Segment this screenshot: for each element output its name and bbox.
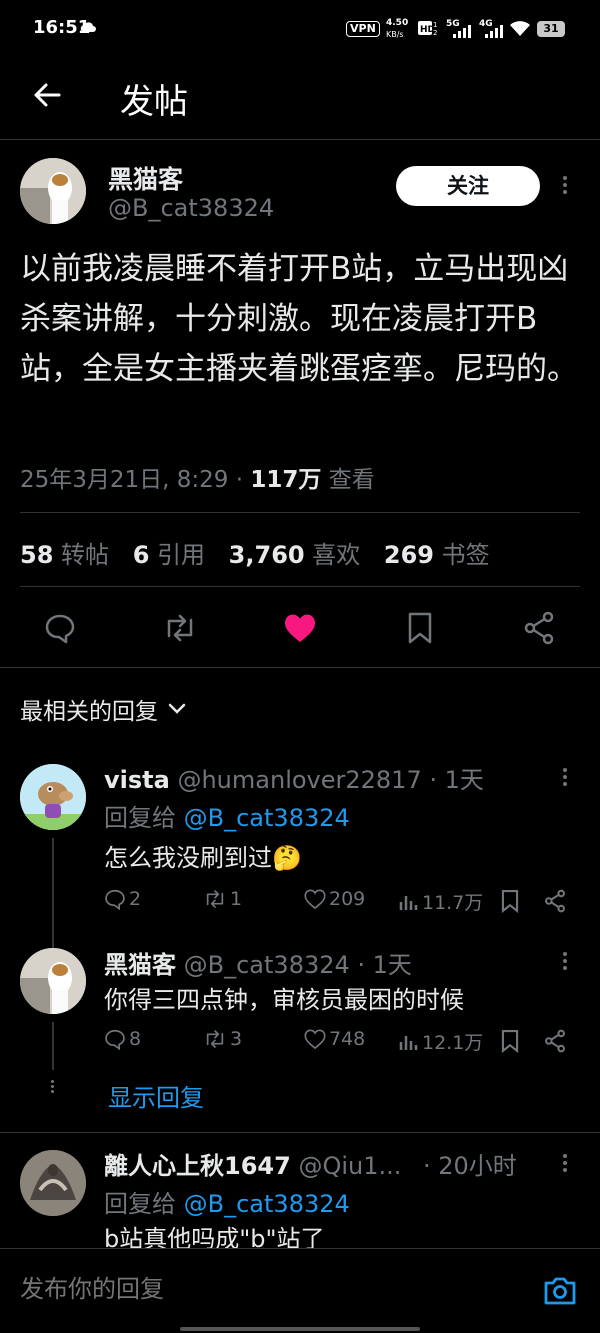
view-count: 117万	[250, 467, 322, 493]
reply-repost-action[interactable]: 3	[203, 1028, 242, 1050]
reply-to-handle[interactable]: @B_cat38324	[184, 1190, 350, 1218]
reply-author-name[interactable]: 黑猫客	[104, 951, 176, 979]
replies-sort-label: 最相关的回复	[20, 699, 158, 725]
reply-like-action[interactable]: 748	[304, 1028, 365, 1050]
page-title: 发帖	[120, 82, 188, 122]
reply-text-clip: b站真他吗成"b"站了	[104, 1222, 584, 1248]
vpn-badge: VPN	[346, 21, 380, 37]
show-replies-link[interactable]: 显示回复	[108, 1078, 204, 1113]
avatar[interactable]	[20, 1150, 86, 1216]
avatar[interactable]	[20, 764, 86, 830]
signal-icon	[452, 24, 472, 38]
reply-time: · 1天	[349, 951, 412, 979]
net-speed-value: 4.50	[386, 18, 409, 28]
reply-to-handle[interactable]: @B_cat38324	[184, 804, 350, 832]
compose-bar	[0, 1248, 600, 1333]
reply-header: vista @humanlover22817 · 1天	[104, 760, 484, 795]
reply-to-line: 回复给 @B_cat38324	[104, 804, 350, 832]
actions-divider	[0, 667, 600, 668]
thread-divider	[0, 1132, 600, 1133]
share-icon[interactable]	[544, 889, 566, 913]
avatar[interactable]	[20, 158, 86, 224]
reply-repost-action[interactable]: 1	[203, 888, 242, 910]
follow-button[interactable]: 关注	[396, 166, 540, 206]
reply-like-action[interactable]: 209	[304, 888, 365, 910]
author-handle[interactable]: @B_cat38324	[108, 194, 274, 222]
post-meta: 25年3月21日, 8:29 · 117万 查看	[20, 460, 375, 494]
reply-author-handle[interactable]: @humanlover22817	[177, 766, 421, 794]
reply-text: 你得三四点钟，审核员最困的时候	[104, 986, 464, 1014]
hd-icon: HD 1 2	[418, 20, 440, 36]
reply-author-handle[interactable]: @Qiu1...	[298, 1152, 401, 1180]
top-app-bar: 发帖	[0, 56, 600, 138]
replies-sort-dropdown[interactable]: 最相关的回复	[20, 692, 186, 726]
reply-views-action[interactable]: 11.7万	[399, 888, 483, 915]
reply-text: 怎么我没刷到过🤔	[104, 844, 302, 872]
reply-author-name[interactable]: 離人心上秋1647	[104, 1152, 291, 1180]
reply-time: · 20小时	[415, 1152, 517, 1180]
reply-header: 黑猫客 @B_cat38324 · 1天	[104, 945, 412, 980]
reply-author-name[interactable]: vista	[104, 766, 170, 794]
post-body: 以前我凌晨睡不着打开B站，立马出现凶杀案讲解，十分刺激。现在凌晨打开B站，全是女…	[20, 251, 578, 387]
bookmarks-stat[interactable]: 269 书签	[384, 541, 490, 569]
thread-line	[52, 838, 54, 954]
reply-author-handle[interactable]: @B_cat38324	[184, 951, 350, 979]
avatar[interactable]	[20, 948, 86, 1014]
cloud-icon	[80, 22, 96, 32]
post-action-bar	[0, 596, 600, 660]
more-options-icon[interactable]	[563, 768, 567, 786]
bookmark-icon[interactable]	[500, 889, 520, 913]
share-icon[interactable]	[544, 1029, 566, 1053]
more-options-icon[interactable]	[563, 176, 567, 194]
more-options-icon[interactable]	[563, 952, 567, 970]
reply-text: b站真他吗成"b"站了	[104, 1225, 325, 1248]
reply-header: 離人心上秋1647 @Qiu1... · 20小时	[104, 1146, 517, 1181]
reply-comment-action[interactable]: 2	[104, 888, 141, 910]
repost-icon[interactable]	[162, 612, 198, 644]
stats-divider	[20, 586, 580, 587]
signal-icon-2	[484, 24, 504, 38]
reply-views-action[interactable]: 12.1万	[399, 1028, 483, 1055]
reply-comment-action[interactable]: 8	[104, 1028, 141, 1050]
view-label: 查看	[321, 467, 375, 493]
back-arrow-icon[interactable]	[32, 80, 62, 110]
chevron-down-icon	[168, 703, 186, 715]
likes-stat[interactable]: 3,760 喜欢	[229, 541, 361, 569]
wifi-icon	[509, 20, 531, 37]
post-stats: 58 转帖 6 引用 3,760 喜欢 269 书签	[20, 535, 490, 570]
post-timestamp: 25年3月21日, 8:29 ·	[20, 467, 251, 493]
home-indicator	[180, 1327, 420, 1331]
quotes-stat[interactable]: 6 引用	[133, 541, 205, 569]
bookmark-icon[interactable]	[500, 1029, 520, 1053]
thread-line	[52, 1022, 54, 1070]
header-divider	[0, 139, 600, 140]
svg-text:2: 2	[433, 29, 437, 36]
svg-text:1: 1	[433, 21, 437, 29]
net-speed-unit: KB/s	[386, 30, 404, 39]
like-icon[interactable]	[283, 612, 317, 644]
reply-icon[interactable]	[44, 612, 76, 644]
share-icon[interactable]	[523, 611, 555, 645]
thread-continuation-dots	[51, 1080, 54, 1093]
camera-icon[interactable]	[542, 1275, 578, 1307]
reply-to-line: 回复给 @B_cat38324	[104, 1190, 350, 1218]
meta-divider	[20, 512, 580, 513]
reposts-stat[interactable]: 58 转帖	[20, 541, 109, 569]
bookmark-icon[interactable]	[406, 611, 434, 645]
reply-input[interactable]	[20, 1271, 520, 1307]
battery-indicator: 31	[537, 21, 565, 37]
reply-time: · 1天	[421, 766, 484, 794]
status-bar: 16:51 VPN 4.50 KB/s HD 1 2 5G 4G 31	[0, 0, 600, 56]
more-options-icon[interactable]	[563, 1154, 567, 1172]
author-display-name[interactable]: 黑猫客	[108, 160, 183, 196]
